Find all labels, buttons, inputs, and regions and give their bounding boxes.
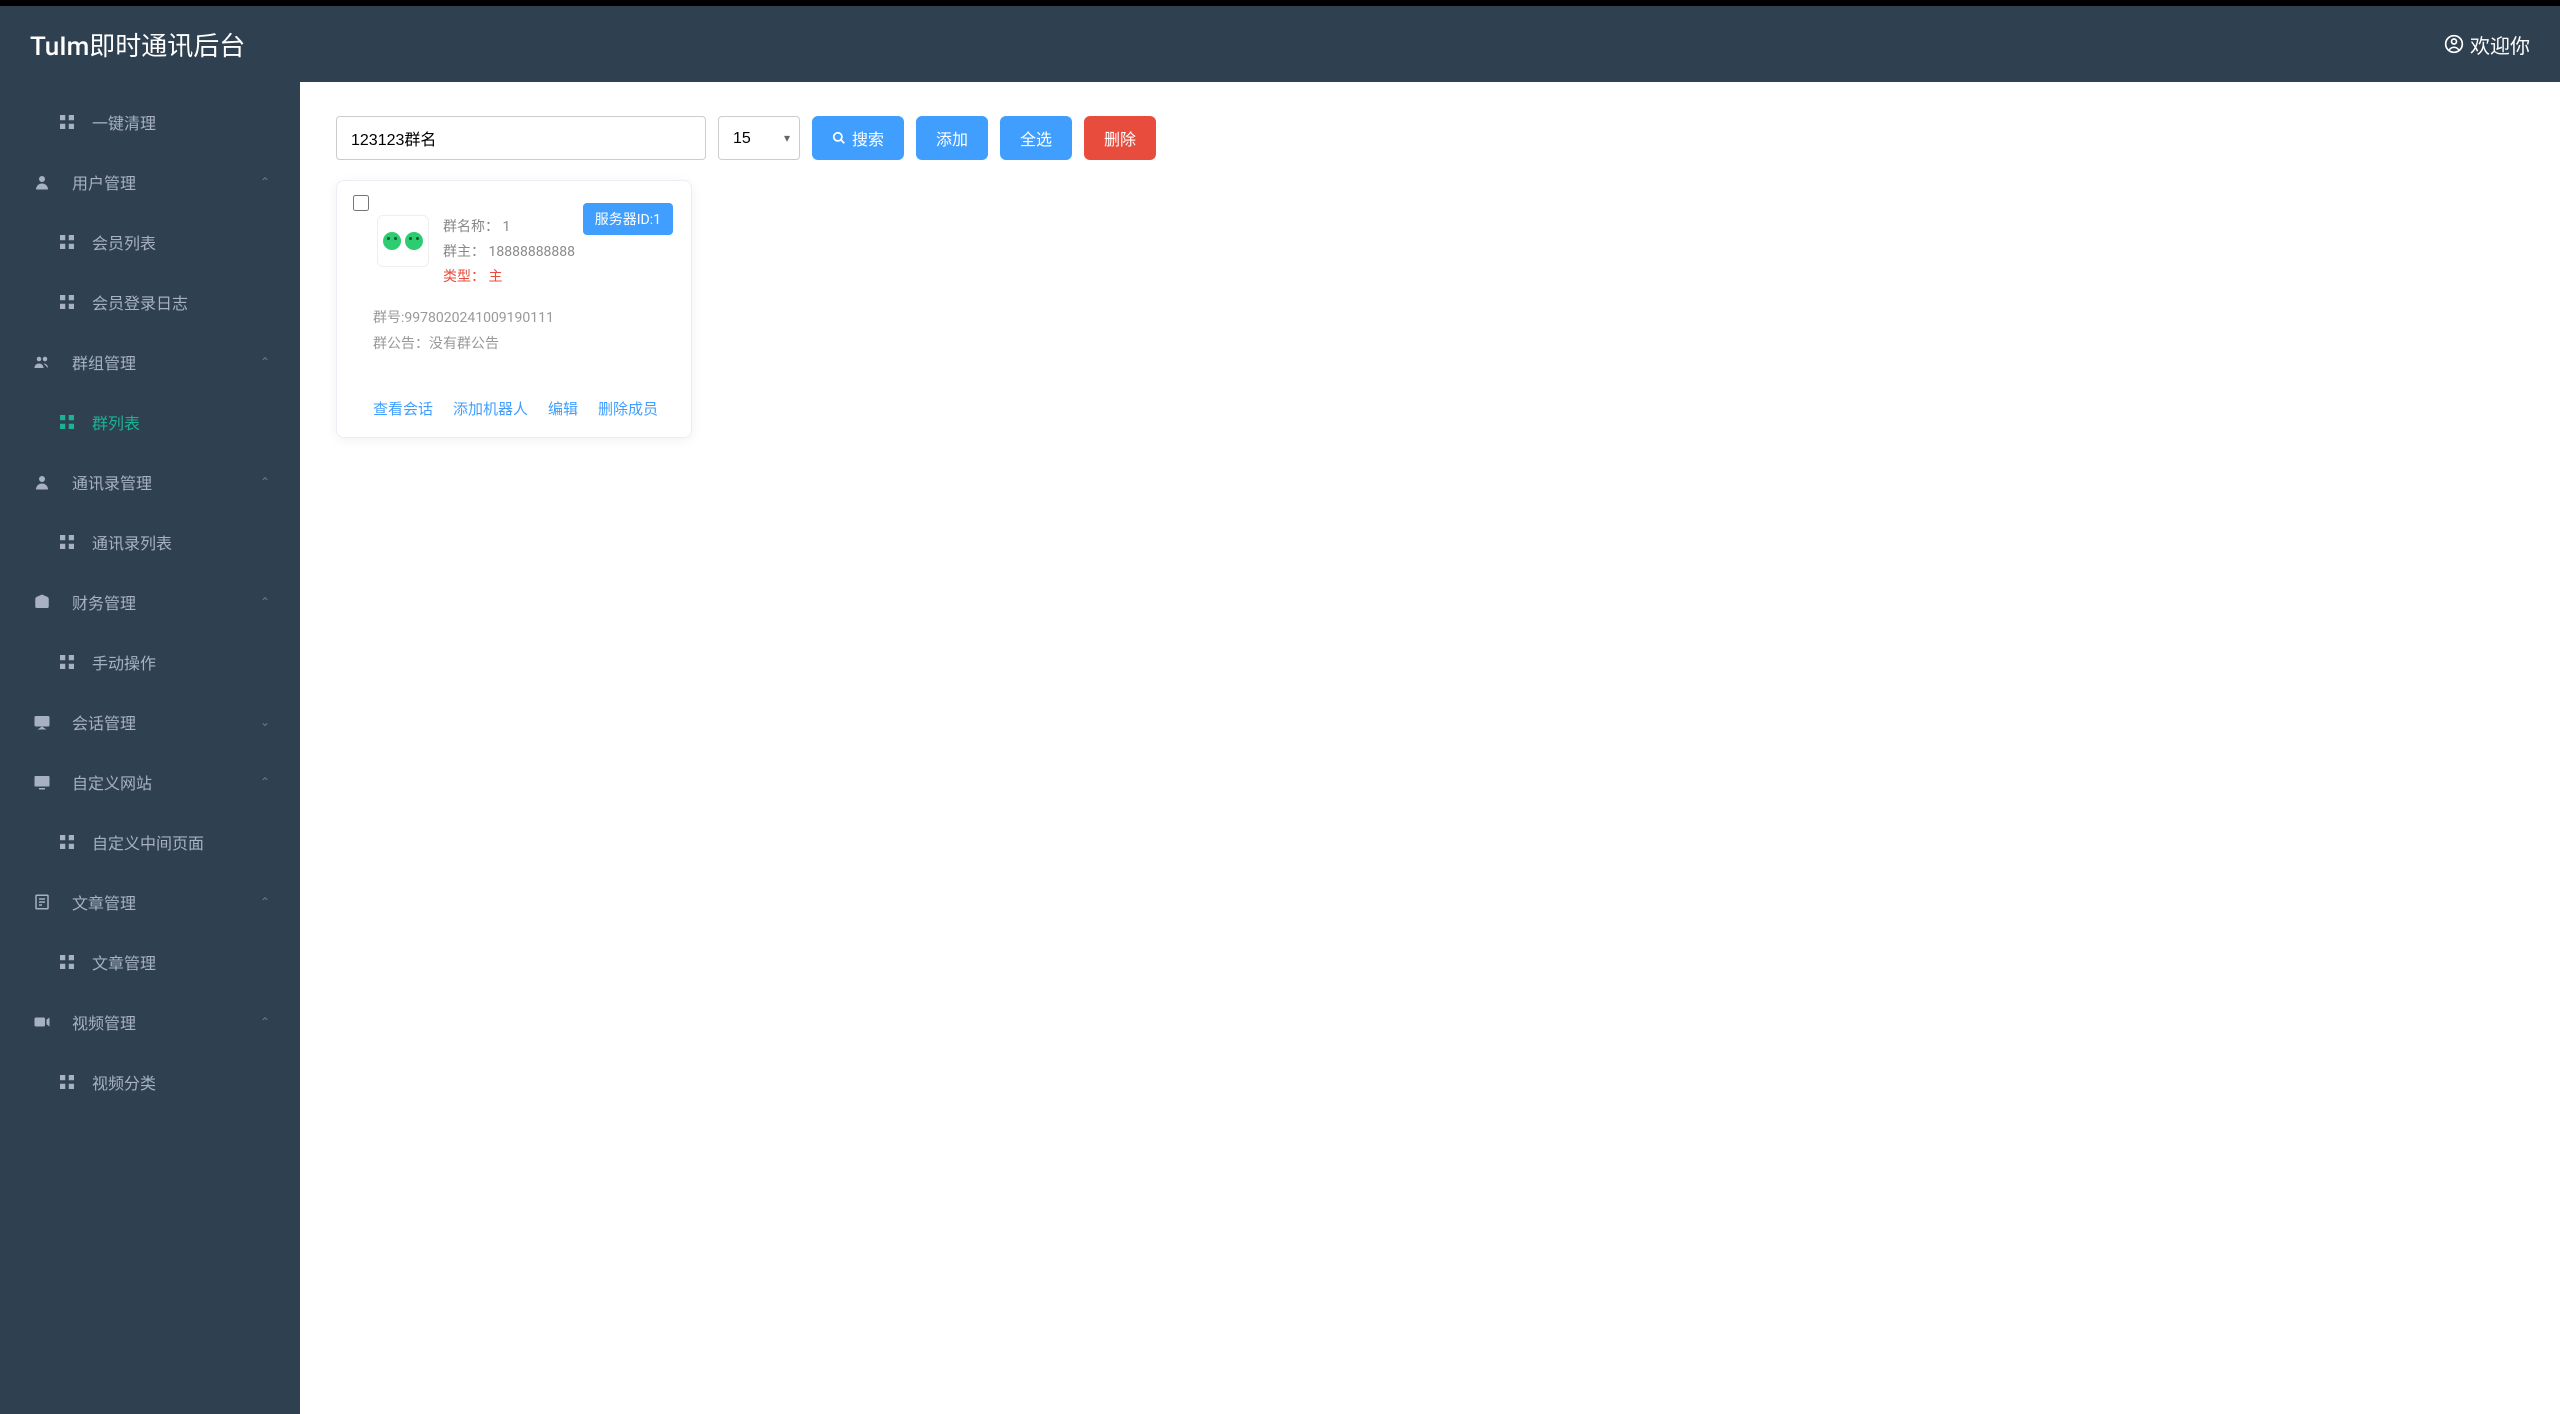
- sidebar-item-label: 自定义网站: [72, 770, 152, 794]
- header-welcome[interactable]: 欢迎你: [2444, 30, 2530, 59]
- sidebar-subitem-article-mgmt-sub[interactable]: 文章管理: [0, 932, 300, 992]
- chevron-icon: ⌃: [260, 595, 270, 609]
- menu-icon: [30, 173, 54, 191]
- avatar-dot-icon: [405, 232, 423, 250]
- sidebar-item-finance-mgmt[interactable]: 财务管理 ⌃: [0, 572, 300, 632]
- delete-button-label: 删除: [1104, 126, 1136, 150]
- sidebar-item-label: 一键清理: [92, 110, 156, 134]
- remove-member-link[interactable]: 删除成员: [598, 398, 658, 419]
- user-circle-icon: [2444, 34, 2464, 54]
- sidebar-subitem-custom-middle-page[interactable]: 自定义中间页面: [0, 812, 300, 872]
- owner-label: 群主：: [443, 244, 485, 260]
- menu-icon: [30, 893, 54, 911]
- group-id-label: 群号:: [373, 310, 404, 326]
- search-button-label: 搜索: [852, 126, 884, 150]
- edit-link[interactable]: 编辑: [548, 398, 578, 419]
- sidebar-subitem-member-login-log[interactable]: 会员登录日志: [0, 272, 300, 332]
- delete-button[interactable]: 删除: [1084, 116, 1156, 160]
- sidebar-subitem-contacts-list[interactable]: 通讯录列表: [0, 512, 300, 572]
- sidebar-item-label: 会员登录日志: [92, 290, 188, 314]
- sidebar-item-label: 手动操作: [92, 650, 156, 674]
- chevron-icon: ⌃: [260, 1015, 270, 1029]
- menu-icon: [30, 353, 54, 371]
- sidebar-subitem-member-list[interactable]: 会员列表: [0, 212, 300, 272]
- grid-icon: [60, 1075, 80, 1089]
- server-badge: 服务器ID:1: [583, 203, 673, 235]
- search-input[interactable]: [336, 116, 706, 160]
- announcement-value: 没有群公告: [429, 336, 499, 352]
- chevron-icon: ⌃: [260, 355, 270, 369]
- sidebar-item-label: 自定义中间页面: [92, 830, 204, 854]
- grid-icon: [60, 535, 80, 549]
- sidebar-subitem-cleanup[interactable]: 一键清理: [0, 92, 300, 152]
- grid-icon: [60, 115, 80, 129]
- welcome-text: 欢迎你: [2470, 30, 2530, 59]
- group-card: 服务器ID:1 群名称： 1 群主： 18888888888: [336, 180, 692, 438]
- sidebar-item-group-mgmt[interactable]: 群组管理 ⌃: [0, 332, 300, 392]
- sidebar-item-label: 群组管理: [72, 350, 136, 374]
- header: TuIm即时通讯后台 欢迎你: [0, 6, 2560, 82]
- add-button[interactable]: 添加: [916, 116, 988, 160]
- chevron-icon: ⌃: [260, 775, 270, 789]
- menu-icon: [30, 1013, 54, 1031]
- grid-icon: [60, 955, 80, 969]
- sidebar-item-custom-site[interactable]: 自定义网站 ⌃: [0, 752, 300, 812]
- sidebar-item-label: 通讯录管理: [72, 470, 152, 494]
- chevron-icon: ⌄: [260, 715, 270, 729]
- grid-icon: [60, 415, 80, 429]
- announcement-label: 群公告：: [373, 336, 429, 352]
- main-content: 15 ▾ 搜索 添加 全选 删除 服务器ID:1: [300, 82, 2560, 1414]
- type-label: 类型：: [443, 269, 485, 285]
- sidebar-item-label: 文章管理: [72, 890, 136, 914]
- sidebar-item-label: 群列表: [92, 410, 140, 434]
- grid-icon: [60, 835, 80, 849]
- sidebar-subitem-group-list[interactable]: 群列表: [0, 392, 300, 452]
- app-title: TuIm即时通讯后台: [30, 26, 245, 63]
- sidebar-item-user-mgmt[interactable]: 用户管理 ⌃: [0, 152, 300, 212]
- menu-icon: [30, 713, 54, 731]
- grid-icon: [60, 295, 80, 309]
- sidebar-item-label: 财务管理: [72, 590, 136, 614]
- group-avatar: [377, 215, 429, 267]
- card-checkbox[interactable]: [353, 195, 369, 211]
- chevron-icon: ⌃: [260, 475, 270, 489]
- group-id-value: 9978020241009190111: [404, 310, 554, 326]
- sidebar-item-label: 文章管理: [92, 950, 156, 974]
- sidebar-subitem-video-category[interactable]: 视频分类: [0, 1052, 300, 1112]
- menu-icon: [30, 773, 54, 791]
- search-icon: [832, 131, 846, 145]
- grid-icon: [60, 655, 80, 669]
- sidebar-subitem-manual-op[interactable]: 手动操作: [0, 632, 300, 692]
- chevron-icon: ⌃: [260, 175, 270, 189]
- sidebar-item-article-mgmt[interactable]: 文章管理 ⌃: [0, 872, 300, 932]
- sidebar-item-label: 会员列表: [92, 230, 156, 254]
- select-all-button-label: 全选: [1020, 126, 1052, 150]
- page-size-select[interactable]: 15: [718, 116, 800, 160]
- sidebar-item-session-mgmt[interactable]: 会话管理 ⌄: [0, 692, 300, 752]
- sidebar-item-label: 通讯录列表: [92, 530, 172, 554]
- select-all-button[interactable]: 全选: [1000, 116, 1072, 160]
- sidebar-item-contacts-mgmt[interactable]: 通讯录管理 ⌃: [0, 452, 300, 512]
- menu-icon: [30, 593, 54, 611]
- sidebar-item-label: 用户管理: [72, 170, 136, 194]
- grid-icon: [60, 235, 80, 249]
- search-button[interactable]: 搜索: [812, 116, 904, 160]
- owner-value: 18888888888: [488, 244, 575, 260]
- group-name-label: 群名称：: [443, 219, 499, 235]
- sidebar-item-label: 会话管理: [72, 710, 136, 734]
- sidebar: 一键清理用户管理 ⌃ 会员列表会员登录日志群组管理 ⌃ 群列表通讯录管理 ⌃ 通讯录列表财务…: [0, 82, 300, 1414]
- sidebar-item-label: 视频分类: [92, 1070, 156, 1094]
- sidebar-item-label: 视频管理: [72, 1010, 136, 1034]
- view-session-link[interactable]: 查看会话: [373, 398, 433, 419]
- toolbar: 15 ▾ 搜索 添加 全选 删除: [336, 116, 2524, 160]
- menu-icon: [30, 473, 54, 491]
- add-button-label: 添加: [936, 126, 968, 150]
- chevron-icon: ⌃: [260, 895, 270, 909]
- avatar-dot-icon: [383, 232, 401, 250]
- add-robot-link[interactable]: 添加机器人: [453, 398, 528, 419]
- sidebar-item-video-mgmt[interactable]: 视频管理 ⌃: [0, 992, 300, 1052]
- group-name-value: 1: [502, 219, 510, 235]
- type-value: 主: [488, 269, 502, 285]
